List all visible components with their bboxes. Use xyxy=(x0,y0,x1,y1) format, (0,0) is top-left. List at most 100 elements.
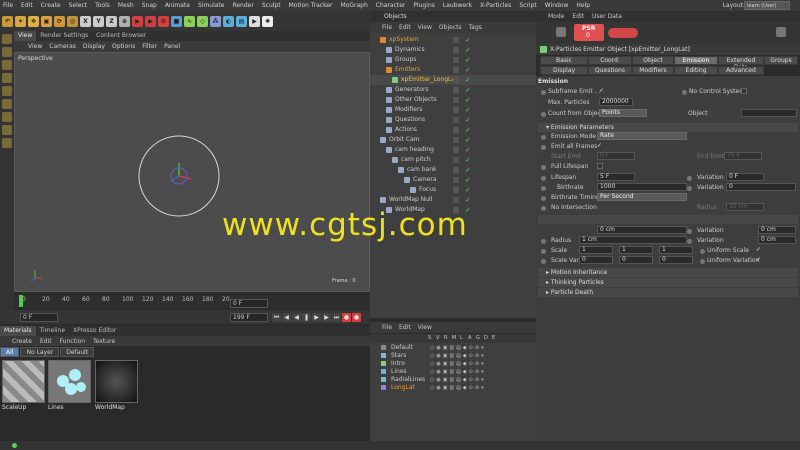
attribute-tab[interactable]: Emission xyxy=(674,56,718,65)
spline-icon[interactable]: ∿ xyxy=(184,15,195,27)
layer-flag[interactable] xyxy=(453,147,459,153)
enable-check-icon[interactable]: ✓ xyxy=(465,105,471,115)
menu-item[interactable]: Snap xyxy=(142,2,157,9)
edges-mode-icon[interactable] xyxy=(2,86,12,96)
nurbs-icon[interactable]: ◇ xyxy=(197,15,208,27)
emit-all-anim-dot[interactable] xyxy=(541,145,546,150)
layer-toggle-icons[interactable]: ○◉▣▥▤◆⊙⊘▾ xyxy=(430,376,486,384)
material-swatch-worldmap[interactable] xyxy=(95,360,138,403)
attribute-tab[interactable]: Basic xyxy=(540,56,588,65)
menu-item[interactable]: Motion Tracker xyxy=(289,2,333,9)
object-row[interactable]: cam bank ✓ xyxy=(370,165,536,175)
play-back-icon[interactable]: ◀ xyxy=(292,313,301,322)
axis-x-button[interactable]: X xyxy=(80,15,91,27)
menu-item[interactable]: Mesh xyxy=(118,2,134,9)
viewport-tab[interactable]: Render Settings xyxy=(36,31,92,41)
lifespan-anim-dot[interactable] xyxy=(541,176,546,181)
count-from-select[interactable]: Points xyxy=(599,109,647,117)
enable-check-icon[interactable]: ✓ xyxy=(465,115,471,125)
move-icon[interactable]: ✥ xyxy=(28,15,39,27)
new-panel-icon[interactable] xyxy=(776,27,786,37)
layer-flag[interactable] xyxy=(453,127,459,133)
attribute-tab[interactable]: Advanced xyxy=(718,66,764,75)
light-icon[interactable]: ✺ xyxy=(262,15,273,27)
collapsed-section-header[interactable]: ▸ Motion Inheritance xyxy=(538,268,798,277)
layer-flag[interactable] xyxy=(453,37,459,43)
emission-mode-select[interactable]: Rate xyxy=(597,132,687,140)
menu-item[interactable]: Character xyxy=(376,2,406,9)
attribute-tab[interactable]: Object xyxy=(632,56,674,65)
x-axis-handle[interactable] xyxy=(178,175,192,180)
rotate-icon[interactable]: ⟳ xyxy=(54,15,65,27)
material-menu-item[interactable]: Edit xyxy=(40,338,52,345)
layer-flag[interactable] xyxy=(453,157,459,163)
record-icon[interactable]: ● xyxy=(342,313,351,322)
viewport-menu-item[interactable]: Display xyxy=(83,43,105,50)
enable-check-icon[interactable]: ✓ xyxy=(465,195,471,205)
birthrate-var-anim-dot[interactable] xyxy=(687,186,692,191)
scale-y-input[interactable]: 1 xyxy=(619,246,653,254)
attribute-tab[interactable]: Questions xyxy=(588,66,632,75)
lifespan-input[interactable]: 5 F xyxy=(597,173,635,181)
object-row[interactable]: Questions ✓ xyxy=(370,115,536,125)
object-row[interactable]: Orbit Cam ✓ xyxy=(370,135,536,145)
menu-item[interactable]: Render xyxy=(232,2,253,9)
material-filter-button[interactable]: All xyxy=(0,347,20,357)
material-filter-button[interactable]: Default xyxy=(60,347,95,357)
polygons-mode-icon[interactable] xyxy=(2,99,12,109)
layer-row[interactable]: Stars ○◉▣▥▤◆⊙⊘▾ xyxy=(370,352,536,360)
menu-item[interactable]: Simulate xyxy=(198,2,225,9)
collapsed-section-header[interactable]: ▸ Particle Death xyxy=(538,288,798,297)
prev-key-icon[interactable]: ◀ xyxy=(282,313,291,322)
radius-anim-dot[interactable] xyxy=(541,239,546,244)
particle-data-header[interactable] xyxy=(538,215,798,224)
layer-flag[interactable] xyxy=(453,107,459,113)
end-frame-field[interactable]: 199 F xyxy=(230,313,268,322)
model-mode-icon[interactable] xyxy=(2,34,12,44)
snap-icon[interactable] xyxy=(2,125,12,135)
viewport-menu-item[interactable]: Options xyxy=(112,43,135,50)
layer-menu-item[interactable]: View xyxy=(418,324,432,331)
layer-flag[interactable] xyxy=(453,77,459,83)
material-menu-item[interactable]: Create xyxy=(12,338,32,345)
scale-var-x-input[interactable]: 0 xyxy=(579,256,613,264)
material-filter-button[interactable]: No Layer xyxy=(20,347,60,357)
no-intersection-anim-dot[interactable] xyxy=(541,206,546,211)
enable-check-icon[interactable]: ✓ xyxy=(465,75,471,85)
layer-row[interactable]: RadialLines ○◉▣▥▤◆⊙⊘▾ xyxy=(370,376,536,384)
menu-item[interactable]: Plugins xyxy=(413,2,435,9)
object-row[interactable]: Camera ✓ xyxy=(370,175,536,185)
layer-toggle-icons[interactable]: ○◉▣▥▤◆⊙⊘▾ xyxy=(430,360,486,368)
radius-input[interactable]: 1 cm xyxy=(579,236,687,244)
viewport-menu-item[interactable]: Panel xyxy=(164,43,180,50)
object-row[interactable]: Groups ✓ xyxy=(370,55,536,65)
recent-icon[interactable]: ◎ xyxy=(67,15,78,27)
lifespan-variation-input[interactable]: 0 F xyxy=(726,173,764,181)
layer-toggle-icons[interactable]: ○◉▣▥▤◆⊙⊘▾ xyxy=(430,352,486,360)
layer-toggle-icons[interactable]: ○◉▣▥▤◆⊙⊘▾ xyxy=(430,368,486,376)
attribute-tab[interactable]: Extended Data xyxy=(718,56,764,71)
layer-color-swatch[interactable] xyxy=(381,385,386,390)
layer-flag[interactable] xyxy=(453,177,459,183)
uniform-variation-checkbox[interactable]: ✓ xyxy=(756,256,761,263)
layer-flag[interactable] xyxy=(453,47,459,53)
scale-icon[interactable]: ▣ xyxy=(41,15,52,27)
menu-item[interactable]: Create xyxy=(41,2,61,9)
viewport-menu-item[interactable]: View xyxy=(28,43,42,50)
layer-flag[interactable] xyxy=(453,167,459,173)
enable-check-icon[interactable]: ✓ xyxy=(465,185,471,195)
material-tab[interactable]: Timeline xyxy=(36,326,70,336)
radius-var-anim-dot[interactable] xyxy=(687,239,692,244)
material-menu-item[interactable]: Function xyxy=(60,338,86,345)
material-swatch-scaleup[interactable] xyxy=(2,360,45,403)
record-key-icon[interactable] xyxy=(608,28,638,38)
texture-mode-icon[interactable] xyxy=(2,47,12,57)
layer-row[interactable]: LongLat ○◉▣▥▤◆⊙⊘▾ xyxy=(370,384,536,392)
play-icon[interactable]: ▶ xyxy=(312,313,321,322)
subframe-checkbox[interactable]: ✓ xyxy=(599,87,604,94)
count-from-anim-dot[interactable] xyxy=(541,112,546,117)
go-start-icon[interactable]: ⏮ xyxy=(272,313,281,322)
attribute-tab[interactable]: Groups xyxy=(764,56,798,65)
menu-item[interactable]: Script xyxy=(519,2,536,9)
autokey-icon[interactable]: ● xyxy=(352,313,361,322)
